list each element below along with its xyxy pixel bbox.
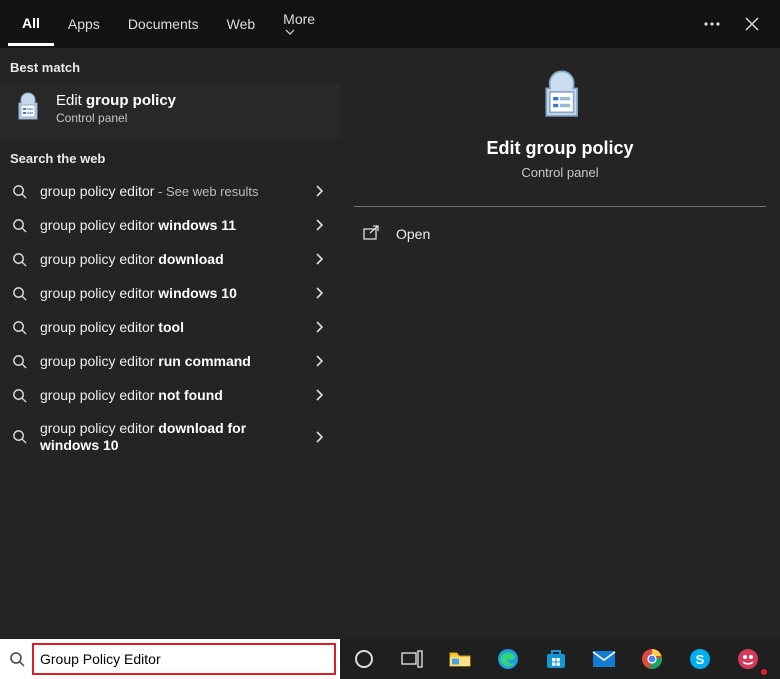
web-result[interactable]: group policy editor download for windows… (0, 412, 340, 462)
store-icon (545, 648, 567, 670)
store-button[interactable] (532, 639, 580, 679)
web-result-text: group policy editor windows 10 (40, 285, 298, 302)
search-icon (10, 428, 28, 446)
tab-documents[interactable]: Documents (114, 4, 213, 44)
search-web-heading: Search the web (0, 139, 340, 174)
edge-icon (497, 648, 519, 670)
close-icon (745, 17, 759, 31)
app-icon (737, 648, 759, 670)
web-result[interactable]: group policy editor - See web results (0, 174, 340, 208)
web-result[interactable]: group policy editor run command (0, 344, 340, 378)
chevron-right-icon (310, 185, 328, 197)
web-result-text: group policy editor tool (40, 319, 298, 336)
app-button[interactable] (724, 639, 772, 679)
chrome-icon (641, 648, 663, 670)
ellipsis-icon (704, 22, 720, 26)
web-result[interactable]: group policy editor tool (0, 310, 340, 344)
tab-more[interactable]: More (269, 0, 329, 49)
web-result-text: group policy editor run command (40, 353, 298, 370)
search-icon (10, 250, 28, 268)
skype-icon: S (689, 648, 711, 670)
chevron-right-icon (310, 431, 328, 443)
taskbar-search[interactable] (0, 639, 340, 679)
task-view-button[interactable] (388, 639, 436, 679)
open-icon (362, 225, 380, 243)
search-icon (10, 284, 28, 302)
cortana-button[interactable] (340, 639, 388, 679)
details-title: Edit group policy (354, 138, 766, 159)
tab-apps[interactable]: Apps (54, 4, 114, 44)
file-explorer-button[interactable] (436, 639, 484, 679)
search-icon (10, 318, 28, 336)
search-icon (0, 651, 34, 667)
best-match-result[interactable]: Edit group policy Control panel (0, 83, 340, 139)
tab-more-label: More (283, 11, 315, 27)
chevron-right-icon (310, 355, 328, 367)
chevron-right-icon (310, 389, 328, 401)
best-match-subtitle: Control panel (56, 111, 176, 125)
task-view-icon (401, 650, 423, 668)
chrome-button[interactable] (628, 639, 676, 679)
search-icon (10, 182, 28, 200)
tab-all[interactable]: All (8, 3, 54, 46)
mail-button[interactable] (580, 639, 628, 679)
results-panel: Best match Edit group policy Control pan… (0, 48, 340, 639)
options-button[interactable] (692, 4, 732, 44)
open-label: Open (396, 226, 430, 242)
chevron-right-icon (310, 287, 328, 299)
mail-icon (592, 650, 616, 668)
details-subtitle: Control panel (354, 165, 766, 180)
search-icon (10, 386, 28, 404)
web-result[interactable]: group policy editor download (0, 242, 340, 276)
chevron-right-icon (310, 253, 328, 265)
web-result-text: group policy editor download for windows… (40, 420, 298, 454)
web-result-text: group policy editor - See web results (40, 183, 298, 200)
edge-button[interactable] (484, 639, 532, 679)
skype-button[interactable]: S (676, 639, 724, 679)
taskbar: S (0, 639, 780, 679)
web-result[interactable]: group policy editor not found (0, 378, 340, 412)
chevron-down-icon (285, 27, 295, 37)
search-icon (10, 216, 28, 234)
chevron-right-icon (310, 321, 328, 333)
notification-badge (760, 668, 768, 676)
web-results-list: group policy editor - See web results gro… (0, 174, 340, 462)
best-match-heading: Best match (0, 48, 340, 83)
web-result[interactable]: group policy editor windows 11 (0, 208, 340, 242)
web-result-text: group policy editor windows 11 (40, 217, 298, 234)
close-button[interactable] (732, 4, 772, 44)
open-action[interactable]: Open (354, 213, 766, 255)
search-icon (10, 352, 28, 370)
web-result-text: group policy editor not found (40, 387, 298, 404)
tab-web[interactable]: Web (213, 4, 270, 44)
group-policy-icon (10, 91, 44, 125)
web-result-text: group policy editor download (40, 251, 298, 268)
svg-text:S: S (696, 652, 705, 667)
group-policy-icon (531, 68, 589, 126)
web-result[interactable]: group policy editor windows 10 (0, 276, 340, 310)
details-panel: Edit group policy Control panel Open (340, 48, 780, 639)
search-input[interactable] (34, 645, 334, 673)
separator (354, 206, 766, 207)
chevron-right-icon (310, 219, 328, 231)
cortana-icon (354, 649, 374, 669)
file-explorer-icon (449, 650, 471, 668)
best-match-title: Edit group policy (56, 92, 176, 109)
search-scope-tabs: All Apps Documents Web More (0, 0, 780, 48)
